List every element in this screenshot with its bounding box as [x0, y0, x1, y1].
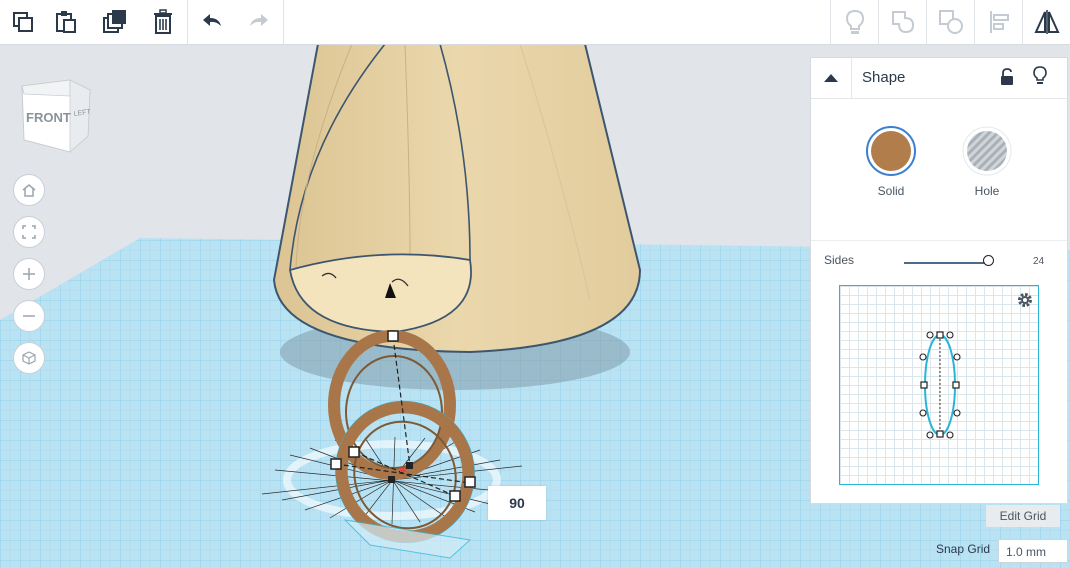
group-icon — [892, 11, 915, 34]
view-cube[interactable]: FRONT LEFT — [18, 76, 92, 154]
mirror-icon — [1034, 10, 1060, 34]
cone-shape[interactable] — [272, 43, 642, 354]
sides-slider-handle[interactable] — [983, 255, 994, 266]
copy-icon — [13, 12, 33, 32]
perspective-button[interactable] — [13, 342, 45, 374]
collapse-button[interactable] — [811, 58, 852, 98]
align-icon — [990, 11, 1009, 33]
lock-icon[interactable] — [999, 68, 1015, 86]
sides-slider-track[interactable] — [904, 262, 989, 264]
group-button[interactable] — [880, 0, 926, 44]
home-view-button[interactable] — [13, 174, 45, 206]
inspector-header: Shape — [811, 58, 1067, 99]
sides-label: Sides — [824, 253, 855, 267]
hole-option[interactable]: Hole — [957, 125, 1017, 198]
redo-icon — [250, 14, 268, 26]
plus-icon — [23, 268, 35, 280]
cube-icon — [22, 351, 36, 365]
duplicate-button[interactable] — [92, 0, 138, 44]
solid-option[interactable]: Solid — [861, 125, 921, 198]
undo-icon — [203, 14, 221, 26]
zoom-out-button[interactable] — [13, 300, 45, 332]
caret-up-icon — [824, 74, 838, 82]
paste-icon — [56, 11, 76, 33]
fit-icon — [22, 225, 36, 239]
solid-swatch[interactable] — [865, 125, 917, 177]
shape-preview-ellipse[interactable] — [915, 326, 965, 446]
home-icon — [22, 184, 36, 197]
viewcube-front-label: FRONT — [26, 110, 71, 125]
copy-button[interactable] — [0, 0, 46, 44]
trash-icon — [154, 9, 172, 34]
edit-grid-button[interactable]: Edit Grid — [986, 505, 1060, 527]
lightbulb-icon[interactable] — [1032, 66, 1048, 86]
snap-grid-label: Snap Grid — [936, 542, 991, 556]
align-button[interactable] — [976, 0, 1022, 44]
ungroup-icon — [939, 10, 963, 34]
sides-value: 24 — [1033, 256, 1045, 267]
mirror-button[interactable] — [1024, 0, 1070, 44]
minus-icon — [23, 315, 35, 317]
solid-label: Solid — [877, 184, 905, 198]
duplicate-icon — [103, 10, 126, 33]
paste-button[interactable] — [43, 0, 89, 44]
show-all-button[interactable] — [832, 0, 878, 44]
delete-button[interactable] — [140, 0, 186, 44]
redo-button[interactable] — [236, 0, 282, 44]
angle-readout[interactable]: 90 — [488, 486, 546, 520]
lightbulb-icon — [845, 9, 865, 34]
inspector-title: Shape — [862, 69, 906, 86]
hole-label: Hole — [974, 184, 1000, 198]
shape-preview-grid[interactable] — [839, 285, 1039, 485]
shape-inspector: Shape Solid Hole Sides 24 — [810, 57, 1068, 504]
zoom-in-button[interactable] — [13, 258, 45, 290]
hole-swatch[interactable] — [961, 125, 1013, 177]
main-toolbar — [0, 0, 1070, 45]
fit-view-button[interactable] — [13, 216, 45, 248]
gear-icon[interactable] — [1016, 291, 1034, 309]
undo-button[interactable] — [189, 0, 235, 44]
snap-grid-select[interactable]: 1.0 mm — [998, 539, 1068, 563]
ungroup-button[interactable] — [928, 0, 974, 44]
